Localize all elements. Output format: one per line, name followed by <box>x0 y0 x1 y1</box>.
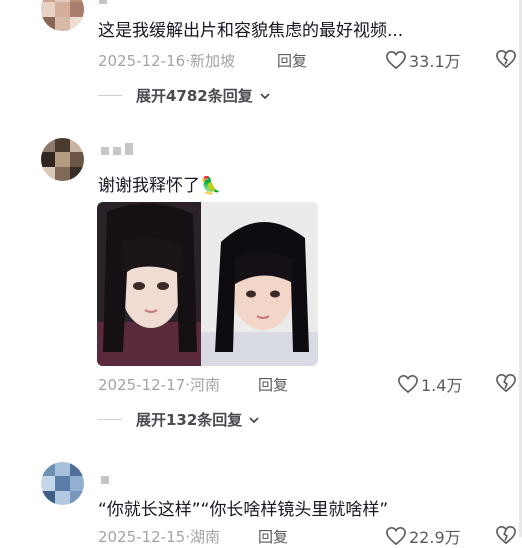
comment-1-meta: 2025-12-16·新加坡 <box>98 52 235 70</box>
masked-block <box>125 143 133 155</box>
comment-2-avatar[interactable] <box>41 138 84 181</box>
comment-2-like-count: 1.4万 <box>421 376 463 395</box>
comment-1-avatar[interactable] <box>41 0 84 31</box>
comment-1-username-masked[interactable] <box>99 0 107 4</box>
comment-2-username-masked[interactable] <box>101 143 133 155</box>
avatar-image <box>41 0 84 31</box>
comment-2-expand-replies[interactable]: 展开132条回复 <box>98 409 260 430</box>
comment-3-like-button[interactable]: 22.9万 <box>385 524 461 548</box>
divider-line <box>98 95 122 96</box>
masked-block <box>99 0 107 4</box>
masked-block <box>101 147 109 155</box>
comment-1-expand-replies[interactable]: 展开4782条回复 <box>98 85 271 106</box>
heart-outline-icon <box>398 374 418 394</box>
divider-line <box>98 419 122 420</box>
portrait-left-image <box>97 202 201 366</box>
comment-3-username-masked[interactable] <box>101 476 109 484</box>
avatar-image <box>41 462 84 505</box>
comment-3-like-count: 22.9万 <box>409 528 461 547</box>
heart-outline-icon <box>386 50 406 70</box>
comment-2-like-button[interactable]: 1.4万 <box>397 372 462 396</box>
avatar-image <box>41 138 84 181</box>
masked-block <box>113 147 121 155</box>
chevron-down-icon <box>260 92 270 99</box>
comment-2-location: 河南 <box>189 376 220 394</box>
comment-1-expand-label: 展开4782条回复 <box>136 87 253 105</box>
comment-2-expand-label: 展开132条回复 <box>136 411 243 429</box>
comment-1-reply-button[interactable]: 回复 <box>277 50 307 71</box>
comment-3-text: “你就长这样”“你长啥样镜头里就啥样” <box>98 500 389 520</box>
comment-1-like-count: 33.1万 <box>409 52 461 71</box>
comment-2-reply-button[interactable]: 回复 <box>258 374 288 395</box>
comment-2-meta: 2025-12-17·河南 <box>98 376 220 394</box>
comment-1-date: 2025-12-16 <box>98 52 186 70</box>
chevron-down-icon <box>249 416 259 423</box>
comment-1-like-button[interactable]: 33.1万 <box>385 48 461 72</box>
comment-1-text: 这是我缓解出片和容貌焦虑的最好视频... <box>98 21 404 41</box>
masked-block <box>101 476 109 484</box>
comment-3-location: 湖南 <box>189 528 220 546</box>
parrot-emoji: 🦜 <box>200 176 222 196</box>
portrait-right-image <box>201 202 318 366</box>
broken-heart-outline-icon[interactable] <box>495 49 517 69</box>
comment-3-date: 2025-12-15 <box>98 528 186 546</box>
broken-heart-outline-icon[interactable] <box>495 373 517 393</box>
comment-2-text: 谢谢我释怀了 <box>98 176 200 196</box>
comment-2-attached-image[interactable] <box>97 202 318 366</box>
broken-heart-outline-icon[interactable] <box>495 525 517 545</box>
comment-2-text-row: 谢谢我释怀了🦜 <box>98 171 221 196</box>
heart-outline-icon <box>386 526 406 546</box>
comment-3-avatar[interactable] <box>41 462 84 505</box>
comment-2-date: 2025-12-17 <box>98 376 186 394</box>
comment-1-location: 新加坡 <box>189 52 235 70</box>
